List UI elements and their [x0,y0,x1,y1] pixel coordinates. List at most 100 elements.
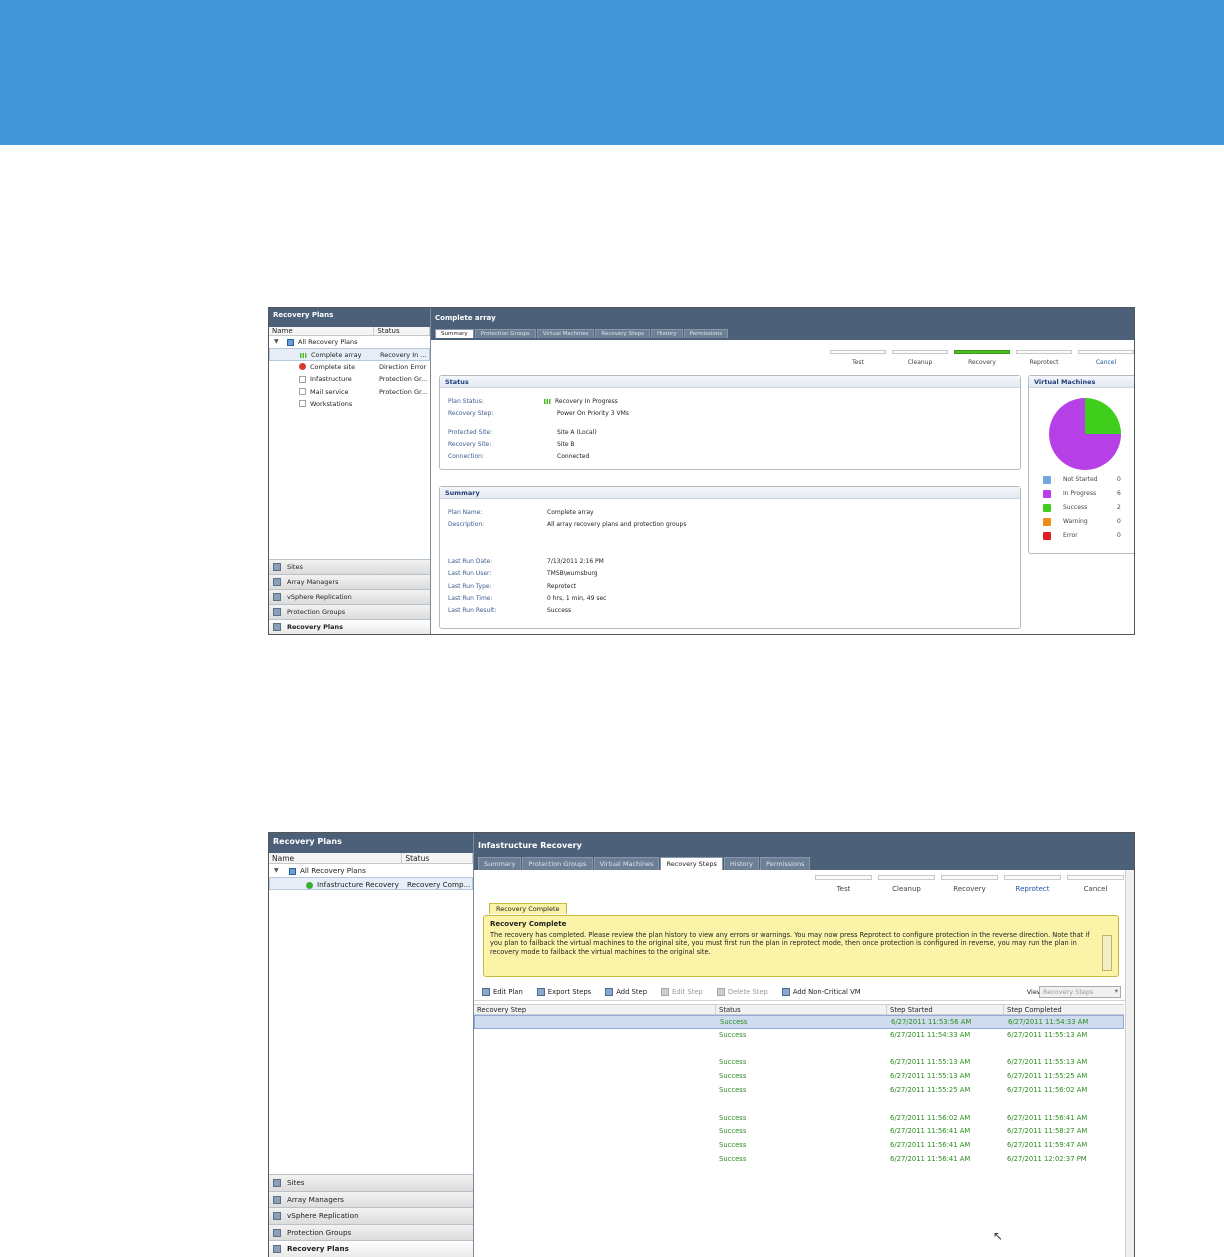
nav-array-managers[interactable]: Array Managers [269,1190,473,1208]
cleanup-progress-bar [878,875,935,880]
tab-virtual-machines[interactable]: Virtual Machines [593,857,660,870]
legend-label: In Progress [1063,490,1097,497]
reprotect-progress-bar [1004,875,1061,880]
test-button[interactable]: Test [830,350,886,366]
column-name[interactable]: Name [269,327,375,335]
left-panel: Recovery Plans Name Status ▼ All Recover… [269,308,431,634]
tab-history[interactable]: History [723,857,759,870]
test-label: Test [836,885,851,893]
column-step-completed[interactable]: Step Completed [1004,1005,1126,1015]
notice-scrollbar[interactable] [1102,935,1112,971]
edit-step-button[interactable]: Edit Step [661,987,703,996]
recovery-button[interactable]: Recovery [954,350,1010,366]
cancel-label: Cancel [1083,885,1108,893]
plan-status: Direction Error [379,362,427,371]
nav-recovery-plans[interactable]: Recovery Plans [269,619,430,634]
tab-summary[interactable]: Summary [435,329,474,338]
step-row[interactable]: ▶8. Change Recovery Site Storage to Writ… [474,1112,1124,1126]
nav-protection-groups[interactable]: Protection Groups [269,1223,473,1241]
tree-root[interactable]: ▼ All Recovery Plans [269,336,430,348]
cancel-button[interactable]: Cancel [1078,350,1134,366]
step-row[interactable]: 12. Power On Priority 4 VMs [474,1167,1124,1181]
nav-recovery-plans[interactable]: Recovery Plans [269,1240,473,1257]
nav-sites[interactable]: Sites [269,1174,473,1191]
tab-permissions[interactable]: Permissions [683,329,729,338]
edit-plan-button[interactable]: Edit Plan [482,987,523,996]
delete-step-icon [716,987,725,996]
tree-item-complete-array[interactable]: Complete array Recovery In ... [269,348,430,361]
edit-plan-label: Edit Plan [493,987,523,996]
last-run-time-value: 0 hrs, 1 min, 49 sec [547,595,607,602]
tab-permissions[interactable]: Permissions [760,857,811,870]
tree-item-workstations[interactable]: Workstations [269,398,430,410]
cleanup-button[interactable]: Cleanup [878,875,935,893]
step-completed: 6/27/2011 11:56:02 AM [1007,1085,1088,1094]
column-recovery-step[interactable]: Recovery Step [474,1005,716,1015]
tab-protection-groups[interactable]: Protection Groups [522,857,593,870]
column-name[interactable]: Name [269,853,403,863]
nav-vsphere-replication[interactable]: vSphere Replication [269,589,430,604]
last-run-result-value: Success [547,607,572,614]
step-row[interactable]: ▶4. Restore hosts from standbySuccess6/2… [474,1056,1124,1070]
cancel-button[interactable]: Cancel [1067,875,1124,893]
step-row[interactable]: ▶9. Power On Priority 1 VMsSuccess6/27/2… [474,1125,1124,1139]
export-steps-button[interactable]: Export Steps [536,987,592,996]
column-step-started[interactable]: Step Started [887,1005,1004,1015]
column-status[interactable]: Status [716,1005,887,1015]
tab-protection-groups[interactable]: Protection Groups [474,329,536,338]
step-row[interactable]: 3. Resume VMs Suspended by Previous Reco… [474,1043,1124,1057]
reprotect-button[interactable]: Reprotect [1016,350,1072,366]
tab-recovery-steps[interactable]: Recovery Steps [660,857,723,870]
notice-tab[interactable]: Recovery Complete [489,903,567,914]
nav-label: Array Managers [287,578,339,586]
vertical-scrollbar[interactable] [1125,870,1134,1257]
collapse-icon[interactable]: ▼ [274,864,279,877]
step-row[interactable]: ▶1. Pre-synchronize StorageSuccess6/27/2… [474,1015,1124,1029]
tab-history[interactable]: History [651,329,683,338]
collapse-icon[interactable]: ▼ [274,336,279,348]
tree-item-infastructure-recovery[interactable]: Infastructure Recovery Recovery Comp... [269,877,473,890]
header-banner [0,0,1224,145]
step-status: Success [719,1058,747,1067]
step-status: Success [719,1085,747,1094]
step-row[interactable]: ▶11. Power On Priority 3 VMsSuccess6/27/… [474,1153,1124,1167]
last-run-time-label: Last Run Time: [448,595,493,602]
step-row[interactable]: 7. Suspend Non-critical VMs at Recovery … [474,1098,1124,1112]
right-panel: Infastructure Recovery Summary Protection… [474,833,1134,1257]
nav-array-managers[interactable]: Array Managers [269,574,430,589]
add-step-button[interactable]: Add Step [605,987,647,996]
step-row[interactable]: ▶5. Prepare Protected Site VMs for Migra… [474,1070,1124,1084]
tab-summary[interactable]: Summary [478,857,522,870]
nav-protection-groups[interactable]: Protection Groups [269,604,430,619]
nav-sites[interactable]: Sites [269,559,430,574]
nav-vsphere-replication[interactable]: vSphere Replication [269,1207,473,1224]
step-row[interactable]: ▶2. Shutdown VMs at Protected SiteSucces… [474,1029,1124,1043]
add-non-critical-vm-button[interactable]: Add Non-Critical VM [781,987,861,996]
tree-item-mail-service[interactable]: Mail service Protection Gr... [269,386,430,398]
step-completed: 6/27/2011 11:55:13 AM [1007,1030,1088,1039]
step-started: 6/27/2011 11:55:13 AM [890,1058,971,1067]
legend-value: 2 [1117,504,1121,511]
reprotect-button[interactable]: Reprotect [1004,875,1061,893]
step-started: 6/27/2011 11:53:56 AM [891,1018,972,1026]
last-run-date-label: Last Run Date: [448,558,493,565]
export-steps-label: Export Steps [547,987,592,996]
step-row[interactable]: 13. Power On Priority 5 VMs [474,1181,1124,1195]
cleanup-button[interactable]: Cleanup [892,350,948,366]
recovery-button[interactable]: Recovery [941,875,998,893]
recovery-progress-bar [954,350,1010,354]
column-status[interactable]: Status [374,327,430,335]
test-button[interactable]: Test [815,875,872,893]
tree-item-complete-site[interactable]: Complete site Direction Error [269,361,430,373]
plan-status: Recovery Comp... [407,880,471,889]
tab-virtual-machines[interactable]: Virtual Machines [536,329,595,338]
tab-recovery-steps[interactable]: Recovery Steps [595,329,651,338]
step-row[interactable]: ▶10. Power On Priority 2 VMsSuccess6/27/… [474,1139,1124,1153]
column-status[interactable]: Status [402,853,473,863]
delete-step-button[interactable]: Delete Step [716,987,768,996]
cancel-label: Cancel [1095,359,1117,366]
tree-root[interactable]: ▼ All Recovery Plans [269,864,473,877]
view-select[interactable]: Recovery Steps [1039,986,1121,998]
tree-item-infastructure[interactable]: Infastructure Protection Gr... [269,373,430,385]
step-row[interactable]: ▶6. Synchronize StorageSuccess6/27/2011 … [474,1084,1124,1098]
